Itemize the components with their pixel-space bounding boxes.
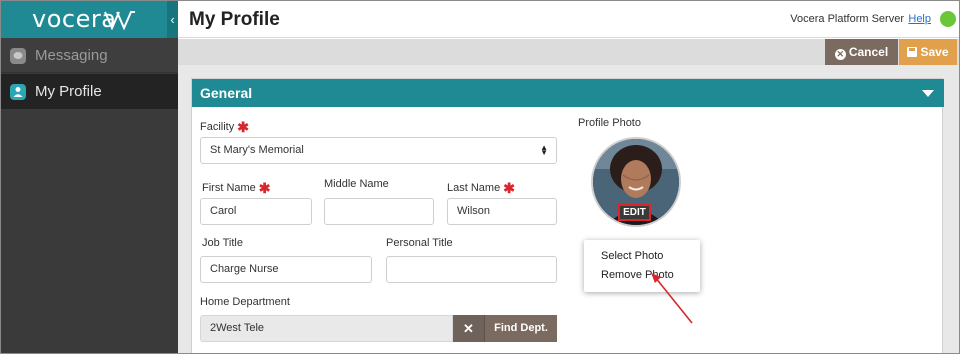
cancel-label: Cancel	[848, 45, 889, 59]
personal-title-field[interactable]	[386, 256, 557, 283]
general-panel: General Facility ✱ St Mary's Memorial ▲ ▼ …	[191, 78, 944, 353]
chevron-left-icon[interactable]: ‹	[167, 1, 178, 38]
edit-photo-label: EDIT	[623, 207, 646, 218]
job-title-label: Job Title	[202, 237, 243, 249]
select-photo-menu-item[interactable]: Select Photo	[601, 250, 663, 262]
cancel-icon: ✕	[834, 49, 846, 60]
save-label: Save	[920, 45, 949, 59]
annotation-arrow-icon	[651, 273, 693, 324]
facility-label-text: Facility	[200, 121, 235, 133]
home-department-label-text: Home Department	[200, 296, 290, 308]
top-header: My Profile Vocera Platform Server Help	[178, 1, 959, 38]
sidebar-item-label: Messaging	[35, 47, 108, 64]
close-icon: ✕	[463, 321, 474, 336]
facility-select[interactable]: St Mary's Memorial ▲ ▼	[200, 137, 557, 164]
chat-bubble-icon	[10, 48, 26, 64]
personal-title-label-text: Personal Title	[386, 237, 453, 249]
caret-down-icon[interactable]	[922, 90, 934, 97]
edit-photo-button[interactable]: EDIT	[618, 204, 651, 221]
help-link[interactable]: Help	[908, 13, 931, 25]
home-department-field: 2West Tele	[200, 315, 453, 342]
find-department-button[interactable]: Find Dept.	[484, 315, 557, 342]
middle-name-label-text: Middle Name	[324, 178, 389, 190]
user-icon	[10, 84, 26, 100]
floppy-disk-icon	[907, 47, 918, 57]
vocera-logo-mark	[104, 11, 135, 30]
middle-name-field[interactable]	[324, 198, 434, 225]
required-asterisk-icon: ✱	[503, 180, 515, 196]
server-name: Vocera Platform Server	[790, 13, 904, 25]
required-asterisk-icon: ✱	[258, 180, 271, 196]
required-asterisk-icon: ✱	[237, 119, 249, 135]
sidebar-item-label: My Profile	[35, 83, 102, 100]
cancel-button[interactable]: ✕ Cancel	[825, 39, 898, 65]
panel-header[interactable]: General	[192, 79, 944, 107]
sort-arrows-icon: ▲ ▼	[540, 143, 548, 157]
logo-bar: vocera ‹	[1, 1, 178, 38]
job-title-label-text: Job Title	[202, 237, 243, 249]
sidebar-item-messaging[interactable]: Messaging	[1, 38, 178, 73]
sidebar: vocera ‹ Messaging My Profile	[1, 1, 178, 353]
home-department-label: Home Department	[200, 296, 290, 308]
page-title: My Profile	[189, 9, 280, 30]
profile-photo-label-text: Profile Photo	[578, 117, 641, 129]
profile-photo-label: Profile Photo	[578, 117, 641, 129]
first-name-label: First Name ✱	[202, 178, 271, 196]
first-name-field[interactable]: Carol	[200, 198, 312, 225]
last-name-label-text: Last Name	[447, 182, 501, 194]
facility-value: St Mary's Memorial	[210, 144, 304, 156]
job-title-field[interactable]: Charge Nurse	[200, 256, 372, 283]
app-window: vocera ‹ Messaging My Profile My Profile…	[0, 0, 960, 354]
first-name-label-text: First Name	[202, 182, 256, 194]
find-dept-label: Find Dept.	[494, 322, 548, 334]
last-name-value: Wilson	[457, 205, 491, 217]
panel-title: General	[200, 85, 253, 101]
middle-name-label: Middle Name	[324, 178, 389, 190]
status-indicator	[940, 11, 956, 27]
first-name-value: Carol	[210, 205, 237, 217]
home-department-value: 2West Tele	[210, 322, 265, 334]
job-title-value: Charge Nurse	[210, 263, 279, 275]
personal-title-label: Personal Title	[386, 237, 453, 249]
last-name-field[interactable]: Wilson	[447, 198, 557, 225]
clear-department-button[interactable]: ✕	[453, 315, 484, 342]
sidebar-item-my-profile[interactable]: My Profile	[1, 74, 178, 109]
last-name-label: Last Name ✱	[447, 178, 515, 196]
facility-label: Facility ✱	[200, 117, 249, 135]
main-content: General Facility ✱ St Mary's Memorial ▲ ▼ …	[178, 65, 959, 353]
save-button[interactable]: Save	[899, 39, 957, 65]
action-bar: ✕ Cancel Save	[178, 39, 959, 65]
